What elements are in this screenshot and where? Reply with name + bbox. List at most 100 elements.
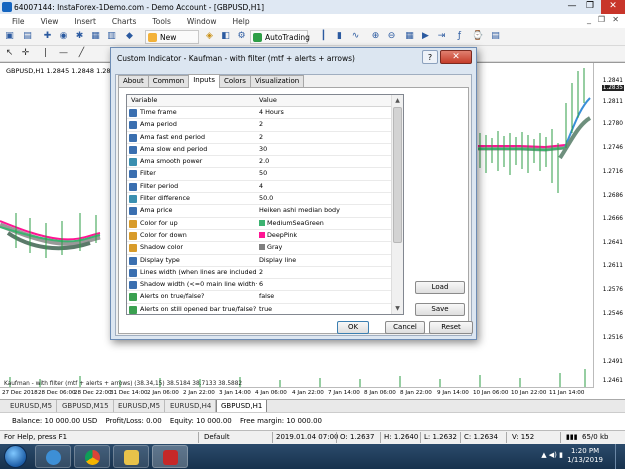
- chart-shift-icon[interactable]: ⇥: [436, 31, 447, 42]
- menu-view[interactable]: View: [33, 17, 67, 26]
- mdi-restore-button[interactable]: ❐: [598, 15, 605, 24]
- close-window-button[interactable]: ✕: [601, 0, 625, 14]
- parameter-value[interactable]: Heiken ashi median body: [259, 205, 389, 216]
- load-button[interactable]: Load: [415, 281, 465, 294]
- minimize-button[interactable]: —: [563, 0, 581, 14]
- scroll-thumb[interactable]: [393, 107, 402, 243]
- parameter-value[interactable]: MediumSeaGreen: [259, 218, 389, 229]
- taskbar-ie[interactable]: [35, 445, 71, 468]
- inputs-grid[interactable]: Variable Value Time frame 4 Hours Ama peri…: [126, 94, 404, 315]
- parameter-row[interactable]: Ama smooth power 2.0: [127, 156, 391, 169]
- candlestick-icon[interactable]: ▮: [334, 31, 345, 42]
- settings-icon[interactable]: ⚙: [236, 31, 247, 42]
- crosshair-icon[interactable]: ✛: [20, 48, 31, 59]
- mdi-close-button[interactable]: ✕: [612, 15, 619, 24]
- line-chart-icon[interactable]: ∿: [350, 31, 361, 42]
- taskbar-mt4[interactable]: [152, 445, 188, 468]
- indicators-icon[interactable]: ƒ: [454, 31, 465, 42]
- tab-colors[interactable]: Colors: [219, 75, 251, 87]
- parameter-row[interactable]: Ama period 2: [127, 119, 391, 132]
- menu-window[interactable]: Window: [179, 17, 225, 26]
- parameter-row[interactable]: Display type Display line: [127, 255, 391, 267]
- parameter-value[interactable]: 4 Hours: [259, 107, 389, 118]
- ok-button[interactable]: OK: [337, 321, 369, 334]
- parameter-row[interactable]: Time frame 4 Hours: [127, 107, 391, 120]
- metaeditor-icon[interactable]: ◆: [124, 31, 135, 42]
- terminal-icon[interactable]: ▦: [90, 31, 101, 42]
- menu-help[interactable]: Help: [224, 17, 257, 26]
- autotrading-button[interactable]: AutoTrading: [250, 30, 310, 44]
- autoscroll-icon[interactable]: ▶: [420, 31, 431, 42]
- tab-inputs[interactable]: Inputs: [188, 74, 221, 88]
- parameter-row[interactable]: Shadow color Gray: [127, 242, 391, 255]
- mdi-minimize-button[interactable]: _: [587, 15, 591, 24]
- new-chart-icon[interactable]: ▣: [4, 31, 15, 42]
- column-value[interactable]: Value: [259, 95, 277, 106]
- parameter-value[interactable]: Gray: [259, 242, 389, 253]
- bar-chart-icon[interactable]: ┃: [318, 31, 329, 42]
- parameter-value[interactable]: 4: [259, 181, 389, 192]
- tray-icons[interactable]: ▲ ◀) ▮: [541, 451, 563, 459]
- parameter-row[interactable]: Alerts on true/false? false: [127, 291, 391, 304]
- profiles-icon[interactable]: ▤: [22, 31, 33, 42]
- menu-charts[interactable]: Charts: [104, 17, 145, 26]
- strategy-tester-icon[interactable]: ▥: [106, 31, 117, 42]
- navigator-icon[interactable]: ✱: [74, 31, 85, 42]
- parameter-value[interactable]: 50: [259, 168, 389, 179]
- parameter-value[interactable]: DeepPink: [259, 230, 389, 241]
- data-window-icon[interactable]: ◉: [58, 31, 69, 42]
- parameter-row[interactable]: Ama price Heiken ashi median body: [127, 205, 391, 218]
- parameter-row[interactable]: Color for down DeepPink: [127, 230, 391, 243]
- column-variable[interactable]: Variable: [131, 95, 157, 106]
- vertical-line-icon[interactable]: |: [40, 48, 51, 59]
- market-watch-icon[interactable]: ✚: [42, 31, 53, 42]
- zoom-in-icon[interactable]: ⊕: [370, 31, 381, 42]
- cancel-button[interactable]: Cancel: [385, 321, 425, 334]
- maximize-button[interactable]: ❐: [581, 0, 599, 14]
- parameter-row[interactable]: Color for up MediumSeaGreen: [127, 218, 391, 230]
- tile-windows-icon[interactable]: ▦: [404, 31, 415, 42]
- signals-icon[interactable]: ◈: [204, 31, 215, 42]
- tray-clock[interactable]: 1:20 PM 1/13/2019: [567, 447, 603, 465]
- zoom-out-icon[interactable]: ⊖: [386, 31, 397, 42]
- taskbar-explorer[interactable]: [113, 445, 149, 468]
- save-button[interactable]: Save: [415, 303, 465, 316]
- scroll-up-arrow[interactable]: ▲: [392, 95, 403, 106]
- taskbar-chrome[interactable]: [74, 445, 110, 468]
- parameter-row[interactable]: Ama fast end period 2: [127, 132, 391, 144]
- show-desktop-button[interactable]: [615, 444, 625, 469]
- trendline-icon[interactable]: ╱: [76, 48, 87, 59]
- scroll-down-arrow[interactable]: ▼: [392, 303, 403, 314]
- tab-visualization[interactable]: Visualization: [249, 75, 305, 87]
- cursor-icon[interactable]: ↖: [4, 48, 15, 59]
- parameter-row[interactable]: Alerts on still opened bar true/false? tr…: [127, 304, 391, 314]
- parameter-value[interactable]: 50.0: [259, 193, 389, 204]
- parameter-value[interactable]: 2: [259, 132, 389, 143]
- parameter-row[interactable]: Filter difference 50.0: [127, 193, 391, 206]
- parameter-value[interactable]: 2.0: [259, 156, 389, 167]
- parameter-row[interactable]: Lines width (when lines are included i..…: [127, 267, 391, 280]
- dialog-help-button[interactable]: ?: [422, 50, 438, 64]
- parameter-row[interactable]: Ama slow end period 30: [127, 144, 391, 157]
- menu-insert[interactable]: Insert: [66, 17, 104, 26]
- parameter-value[interactable]: true: [259, 304, 389, 314]
- horizontal-line-icon[interactable]: —: [58, 48, 69, 59]
- parameter-value[interactable]: 2: [259, 119, 389, 130]
- tab-common[interactable]: Common: [147, 75, 190, 87]
- periods-icon[interactable]: ⌚: [472, 31, 483, 42]
- parameter-value[interactable]: false: [259, 291, 389, 302]
- menu-tools[interactable]: Tools: [144, 17, 178, 26]
- start-button[interactable]: [4, 445, 27, 468]
- parameter-row[interactable]: Filter period 4: [127, 181, 391, 194]
- time-axis[interactable]: 27 Dec 2018 28 Dec 06:00 28 Dec 22:00 31…: [0, 387, 593, 399]
- dialog-close-button[interactable]: ✕: [440, 50, 472, 64]
- market-icon[interactable]: ◧: [220, 31, 231, 42]
- templates-icon[interactable]: ▤: [490, 31, 501, 42]
- reset-button[interactable]: Reset: [429, 321, 473, 334]
- tab-about[interactable]: About: [118, 75, 149, 87]
- menu-file[interactable]: File: [4, 17, 33, 26]
- price-scale[interactable]: 1.2841 1.2835 1.2811 1.2780 1.2746 1.271…: [593, 63, 625, 388]
- parameter-value[interactable]: Display line: [259, 255, 389, 266]
- parameter-value[interactable]: 30: [259, 144, 389, 155]
- parameter-row[interactable]: Shadow width (<=0 main line width+3) 6: [127, 279, 391, 292]
